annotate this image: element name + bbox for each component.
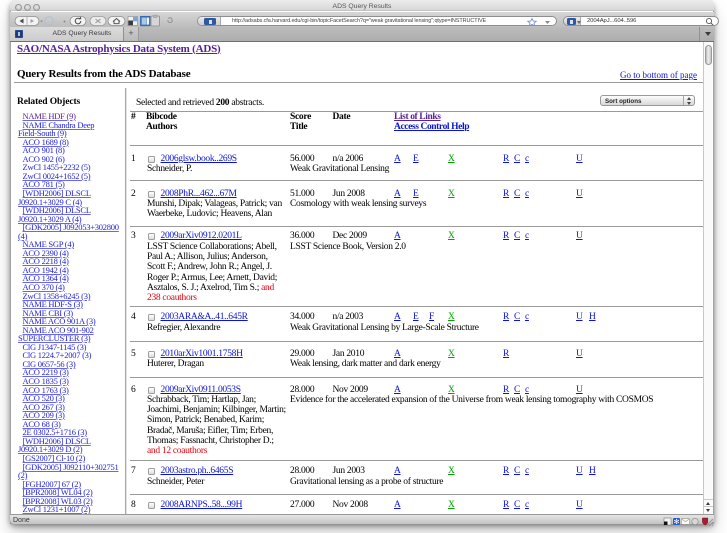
- svg-text:✻: ✻: [674, 518, 680, 526]
